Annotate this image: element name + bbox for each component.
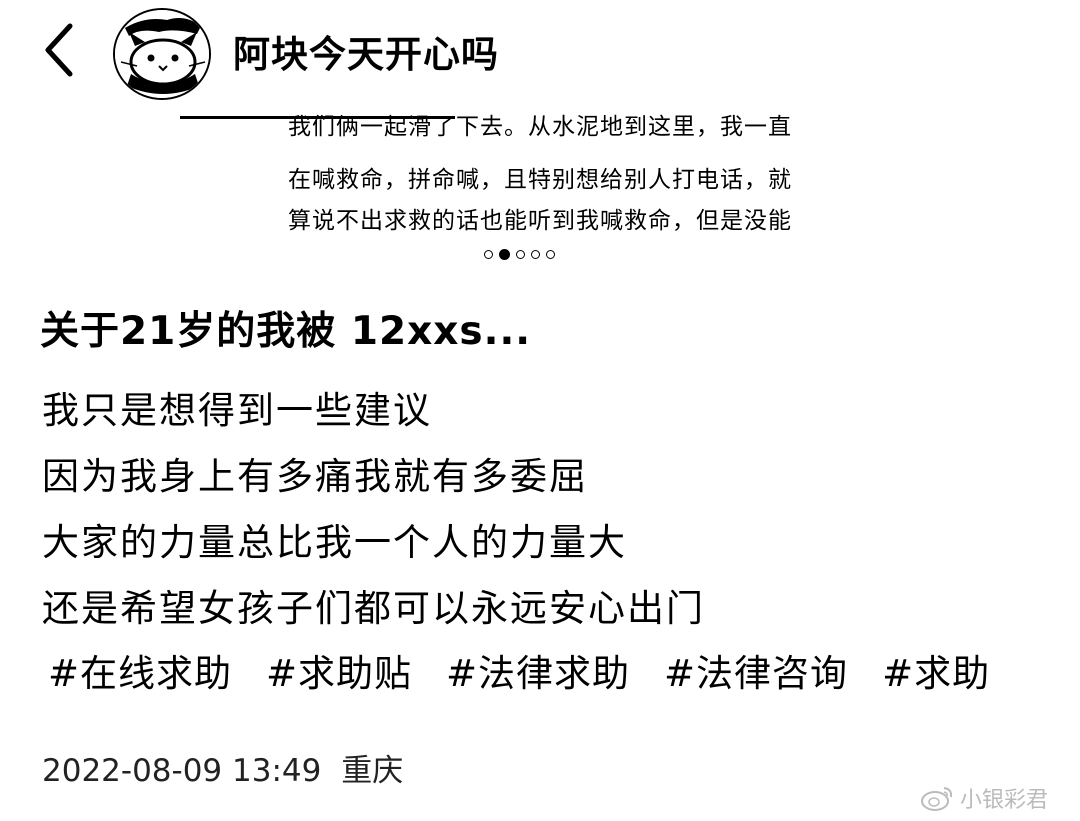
image-carousel-slide[interactable]: 我们俩一起滑了下去。从水泥地到这里，我一直 在喊救命，拼命喊，且特别想给别人打电… [280, 110, 800, 235]
cat-avatar-icon [115, 10, 209, 98]
avatar[interactable] [113, 8, 211, 100]
tag-list: #在线求助 #求助贴 #法律求助 #法律咨询 #求助 [48, 643, 990, 697]
post-title: 关于21岁的我被 12xxs... [40, 309, 532, 354]
hashtag-link[interactable]: #在线求助 [48, 643, 232, 697]
post-timestamp: 2022-08-09 13:49 [42, 753, 322, 789]
carousel-dot[interactable] [546, 249, 555, 259]
post-body-line: 大家的力量总比我一个人的力量大 [42, 521, 627, 564]
carousel-dot[interactable] [531, 249, 540, 259]
strikethrough-mark [180, 116, 455, 119]
hashtag-link[interactable]: #求助 [882, 643, 990, 697]
watermark-text: 小银彩君 [960, 788, 1049, 813]
hashtag-link[interactable]: #法律咨询 [664, 643, 848, 697]
post-body-line: 还是希望女孩子们都可以永远安心出门 [42, 587, 705, 630]
chevron-left-icon [45, 23, 73, 77]
post-body-line: 我只是想得到一些建议 [42, 389, 432, 432]
slide-text-line: 在喊救命，拼命喊，且特别想给别人打电话，就 [288, 167, 792, 193]
watermark: 小银彩君 [920, 782, 1048, 814]
carousel-dot[interactable] [484, 249, 493, 259]
carousel-indicator [484, 247, 555, 261]
back-button[interactable] [40, 22, 90, 78]
hashtag-link[interactable]: #求助贴 [266, 643, 412, 697]
slide-text-line: 算说不出求救的话也能听到我喊救命，但是没能 [288, 208, 792, 234]
weibo-icon [921, 787, 953, 811]
post-meta: 2022-08-09 13:49 重庆 [42, 745, 403, 790]
post-location: 重庆 [341, 753, 404, 789]
carousel-dot[interactable] [516, 249, 525, 259]
slide-text-line: 我们俩一起滑了下去。从水泥地到这里，我一直 [288, 114, 792, 140]
post-body-line: 因为我身上有多痛我就有多委屈 [42, 455, 588, 498]
post-header: 阿块今天开心吗 [0, 0, 1080, 110]
hashtag-link[interactable]: #法律求助 [446, 643, 630, 697]
username[interactable]: 阿块今天开心吗 [233, 24, 499, 78]
carousel-dot-active[interactable] [499, 248, 510, 260]
